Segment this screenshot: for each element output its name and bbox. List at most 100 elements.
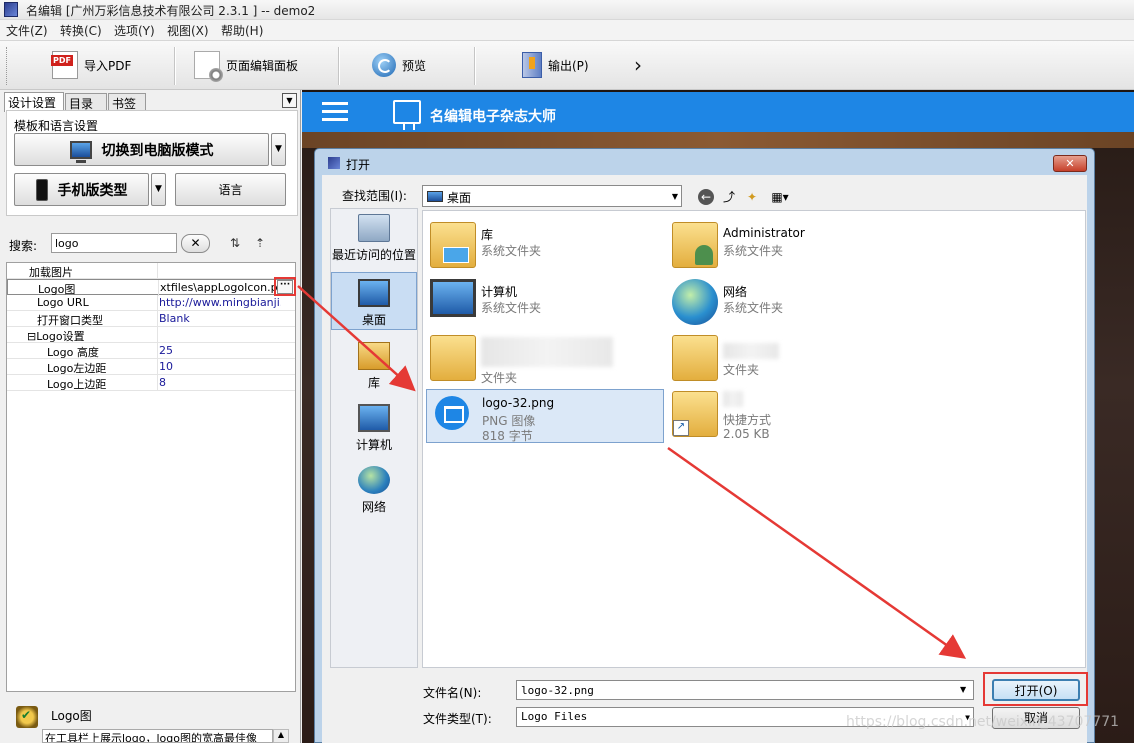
new-folder-icon[interactable]: ✦ xyxy=(744,189,760,205)
window-title: 名编辑 [广州万彩信息技术有限公司 2.3.1 ] -- demo2 xyxy=(26,4,316,18)
place-label: 桌面 xyxy=(361,313,386,327)
import-pdf-button[interactable]: 导入PDF xyxy=(51,49,131,81)
property-value[interactable]: xtfiles\appLogoIcon.png xyxy=(160,281,278,294)
file-item[interactable]: 快捷方式 2.05 KB xyxy=(668,389,906,441)
tab-design-settings[interactable]: 设计设置 xyxy=(4,92,64,112)
search-label: 搜索: xyxy=(9,239,38,253)
search-input[interactable] xyxy=(51,233,177,253)
place-label: 最近访问的位置 xyxy=(331,248,416,262)
description-title: Logo图 xyxy=(51,709,92,723)
property-divider xyxy=(157,295,158,311)
tab-bookmarks[interactable]: 书签 xyxy=(108,93,146,111)
file-item[interactable]: 库 系统文件夹 xyxy=(426,220,664,272)
menu-help[interactable]: 帮助(H) xyxy=(221,22,263,39)
tab-toc[interactable]: 目录 xyxy=(65,93,107,111)
recent-places-icon xyxy=(358,214,390,242)
place-libraries[interactable]: 库 xyxy=(331,342,417,391)
network-icon xyxy=(672,279,718,325)
description-scroll-up[interactable]: ▲ xyxy=(273,729,289,743)
toolbar-more-button[interactable]: › xyxy=(634,49,642,81)
property-key: Logo左边距 xyxy=(47,362,107,375)
preview-button[interactable]: 预览 xyxy=(372,49,426,81)
property-divider xyxy=(157,327,158,343)
output-label: 输出(P) xyxy=(548,58,589,73)
panel-dropdown-button[interactable]: ▼ xyxy=(282,93,297,108)
libraries-icon xyxy=(358,342,390,370)
menu-file[interactable]: 文件(Z) xyxy=(6,22,48,39)
chevron-right-icon: › xyxy=(634,53,642,77)
place-computer[interactable]: 计算机 xyxy=(331,404,417,453)
property-row[interactable]: 打开窗口类型 Blank xyxy=(7,311,295,327)
property-value: Blank xyxy=(159,312,190,325)
close-icon: ✕ xyxy=(1065,157,1075,170)
toolbar-grip xyxy=(6,47,9,85)
mobile-type-button[interactable]: 手机版类型 xyxy=(14,173,149,206)
look-in-select[interactable]: 桌面 ▼ xyxy=(422,185,682,207)
app-icon xyxy=(4,2,18,17)
property-row-selected[interactable]: Logo图 xtfiles\appLogoIcon.png xyxy=(7,279,295,296)
switch-desktop-mode-button[interactable]: 切换到电脑版模式 xyxy=(14,133,269,166)
file-item[interactable]: 计算机 系统文件夹 xyxy=(426,277,664,329)
file-name: Administrator xyxy=(723,226,805,240)
file-name: logo-32.png xyxy=(482,396,555,410)
brand-title: 名编辑电子杂志大师 xyxy=(430,109,556,125)
property-key: 加载图片 xyxy=(29,266,73,279)
property-category-row[interactable]: ⊟Logo设置 xyxy=(7,327,295,343)
menu-icon[interactable] xyxy=(322,102,348,122)
switch-mode-dropdown[interactable]: ▼ xyxy=(271,133,286,166)
output-button[interactable]: 输出(P) xyxy=(522,49,589,81)
user-folder-icon xyxy=(672,222,718,268)
look-in-value: 桌面 xyxy=(447,191,472,205)
open-button-highlight-box xyxy=(983,672,1088,706)
property-row[interactable]: 加载图片 xyxy=(7,263,295,279)
property-row[interactable]: Logo 高度 25 xyxy=(7,343,295,359)
page-editor-button[interactable]: 页面编辑面板 xyxy=(194,49,298,82)
monitor-logo-icon xyxy=(393,100,421,130)
file-item[interactable]: Administrator 系统文件夹 xyxy=(668,220,906,272)
file-item[interactable]: 网络 系统文件夹 xyxy=(668,277,906,329)
dialog-title: 打开 xyxy=(346,158,371,172)
up-folder-icon[interactable]: ⤴ xyxy=(721,189,737,205)
place-network[interactable]: 网络 xyxy=(331,466,417,515)
property-row[interactable]: Logo URL http://www.mingbianji.com xyxy=(7,295,295,311)
file-item-selected[interactable]: logo-32.png PNG 图像 818 字节 xyxy=(426,389,664,443)
place-desktop[interactable]: 桌面 xyxy=(331,272,417,330)
back-icon[interactable]: ← xyxy=(698,189,714,205)
property-key: Logo URL xyxy=(37,296,89,309)
folder-icon xyxy=(672,335,718,381)
file-type: 系统文件夹 xyxy=(481,244,542,258)
sort-alphabetical-icon[interactable]: ⇡ xyxy=(252,236,268,252)
dialog-close-button[interactable]: ✕ xyxy=(1053,155,1087,172)
property-key: Logo 高度 xyxy=(47,346,99,359)
dialog-app-icon xyxy=(328,157,340,169)
filename-input[interactable] xyxy=(516,680,974,700)
property-row[interactable]: Logo左边距 10 xyxy=(7,359,295,375)
clear-search-button[interactable]: ✕ xyxy=(181,234,210,253)
mobile-type-dropdown[interactable]: ▼ xyxy=(151,173,166,206)
sort-categorized-icon[interactable]: ⇅ xyxy=(227,236,243,252)
menu-options[interactable]: 选项(Y) xyxy=(114,22,155,39)
property-value: 8 xyxy=(159,376,166,389)
output-icon xyxy=(522,52,542,78)
property-row[interactable]: Logo上边距 8 xyxy=(7,375,295,391)
place-recent[interactable]: 最近访问的位置 xyxy=(331,214,417,263)
property-key: 打开窗口类型 xyxy=(37,314,103,327)
property-divider xyxy=(157,263,158,279)
file-item[interactable]: 文件夹 xyxy=(426,333,664,385)
view-menu-icon[interactable]: ▦▾ xyxy=(767,189,793,205)
menu-convert[interactable]: 转换(C) xyxy=(60,22,102,39)
close-icon: ✕ xyxy=(190,236,201,250)
file-item[interactable]: 文件夹 xyxy=(668,333,906,385)
place-label: 库 xyxy=(367,376,380,390)
file-type: 文件夹 xyxy=(481,371,518,385)
property-divider xyxy=(157,343,158,359)
blurred-name xyxy=(481,337,613,367)
group-label: 模板和语言设置 xyxy=(14,119,99,133)
language-button[interactable]: 语言 xyxy=(175,173,286,206)
file-size: 818 字节 xyxy=(482,429,533,443)
file-type: 快捷方式 xyxy=(723,413,772,427)
watermark: https://blog.csdn.net/weixin_43707771 xyxy=(846,714,1120,730)
toolbar: 导入PDF 页面编辑面板 预览 输出(P) › xyxy=(0,40,1134,90)
chevron-down-icon[interactable]: ▼ xyxy=(960,685,966,694)
menu-view[interactable]: 视图(X) xyxy=(167,22,209,39)
